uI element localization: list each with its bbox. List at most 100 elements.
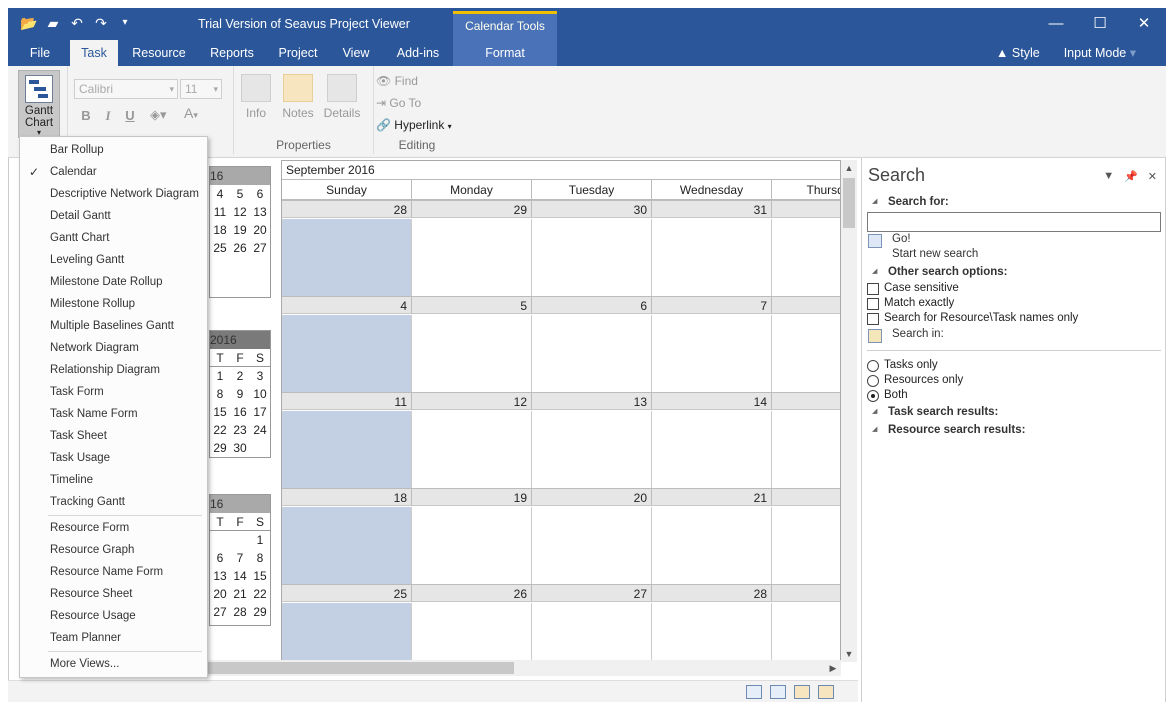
maximize-icon[interactable]: ☐ bbox=[1078, 8, 1122, 40]
calendar-day-cell[interactable] bbox=[652, 507, 772, 584]
resources-only-radio[interactable] bbox=[867, 375, 879, 387]
view-menu-item[interactable]: Resource Sheet bbox=[20, 583, 207, 605]
pin-icon[interactable]: 📌 bbox=[1124, 170, 1138, 183]
bold-button[interactable]: B bbox=[78, 108, 94, 123]
view-menu-item[interactable]: Resource Form bbox=[20, 517, 207, 539]
input-mode-button[interactable]: Input Mode ▾ bbox=[1064, 40, 1136, 66]
start-new-search-link[interactable]: Start new search bbox=[892, 248, 978, 260]
calendar-day-cell[interactable] bbox=[532, 315, 652, 392]
view-menu-item[interactable]: Resource Graph bbox=[20, 539, 207, 561]
calendar-day-cell[interactable] bbox=[772, 603, 840, 661]
tab-project[interactable]: Project bbox=[270, 40, 326, 66]
close-icon[interactable]: ✕ bbox=[1148, 170, 1157, 183]
calendar-day-cell[interactable] bbox=[282, 411, 412, 488]
calendar-day-number[interactable]: 21 bbox=[652, 488, 772, 506]
calendar-day-number[interactable]: 29 bbox=[412, 200, 532, 218]
undo-icon[interactable]: ↶ bbox=[68, 14, 86, 32]
calendar-day-cell[interactable] bbox=[282, 315, 412, 392]
info-button[interactable]: Info bbox=[236, 74, 276, 120]
calendar-day-number[interactable]: 11 bbox=[282, 392, 412, 410]
calendar-day-cell[interactable] bbox=[412, 603, 532, 661]
calendar-day-cell[interactable] bbox=[412, 315, 532, 392]
gantt-chart-button[interactable]: Gantt Chart ▾ bbox=[18, 70, 60, 138]
mini-calendar-2[interactable]: 2016 TFS 123 8 9 10 15 16 17 22 23 24 29 30 bbox=[209, 330, 271, 458]
calendar-day-number[interactable]: 20 bbox=[532, 488, 652, 506]
chevron-down-icon[interactable]: ▼ bbox=[1103, 170, 1114, 183]
search-for-section[interactable]: Search for: bbox=[872, 196, 949, 208]
case-sensitive-checkbox[interactable] bbox=[867, 283, 879, 295]
hyperlink-button[interactable]: 🔗 Hyperlink ▾ bbox=[376, 118, 452, 132]
calendar-day-cell[interactable] bbox=[532, 507, 652, 584]
task-search-results-section[interactable]: Task search results: bbox=[872, 406, 998, 418]
scroll-thumb[interactable] bbox=[208, 662, 514, 674]
search-input[interactable] bbox=[867, 212, 1161, 232]
calendar-day-number[interactable] bbox=[772, 200, 840, 218]
calendar-day-number[interactable]: 26 bbox=[412, 584, 532, 602]
view-menu-item[interactable]: Detail Gantt bbox=[20, 205, 207, 227]
scroll-down-icon[interactable]: ▼ bbox=[841, 646, 857, 662]
gantt-view-icon[interactable] bbox=[746, 685, 762, 699]
goto-button[interactable]: ⇥ Go To bbox=[376, 96, 421, 110]
minimize-icon[interactable]: — bbox=[1034, 8, 1078, 40]
close-icon[interactable]: ✕ bbox=[1122, 8, 1166, 40]
mini-calendar-3[interactable]: 16 TFS 1 678 13 14 15 20 21 22 27 28 29 bbox=[209, 494, 271, 626]
scroll-up-icon[interactable]: ▲ bbox=[841, 160, 857, 176]
calendar-day-number[interactable]: 30 bbox=[532, 200, 652, 218]
view-menu-item[interactable]: Task Name Form bbox=[20, 403, 207, 425]
calendar-view[interactable]: September 2016 Sunday Monday Tuesday Wed… bbox=[281, 160, 841, 662]
calendar-day-cell[interactable] bbox=[532, 219, 652, 296]
scroll-right-icon[interactable]: ▶ bbox=[825, 660, 841, 676]
view-menu-item[interactable]: Multiple Baselines Gantt bbox=[20, 315, 207, 337]
style-button[interactable]: ▲ Style bbox=[996, 40, 1040, 66]
view-menu-item[interactable]: Bar Rollup bbox=[20, 139, 207, 161]
tab-task[interactable]: Task bbox=[70, 40, 118, 66]
calendar-day-number[interactable]: 18 bbox=[282, 488, 412, 506]
calendar-day-cell[interactable] bbox=[412, 507, 532, 584]
calendar-day-cell[interactable] bbox=[282, 507, 412, 584]
other-search-options-section[interactable]: Other search options: bbox=[872, 266, 1007, 278]
team-planner-view-icon[interactable] bbox=[794, 685, 810, 699]
customize-qat-icon[interactable]: ▾ bbox=[116, 14, 134, 32]
calendar-day-number[interactable]: 28 bbox=[282, 200, 412, 218]
go-link[interactable]: Go! bbox=[892, 233, 911, 245]
calendar-day-number[interactable]: 6 bbox=[532, 296, 652, 314]
match-exactly-checkbox[interactable] bbox=[867, 298, 879, 310]
view-menu-item[interactable]: Task Sheet bbox=[20, 425, 207, 447]
calendar-day-cell[interactable] bbox=[282, 603, 412, 661]
tab-format[interactable]: Format bbox=[453, 40, 557, 66]
view-menu-item[interactable]: Relationship Diagram bbox=[20, 359, 207, 381]
view-menu-item[interactable]: Timeline bbox=[20, 469, 207, 491]
calendar-day-cell[interactable] bbox=[772, 219, 840, 296]
calendar-day-number[interactable]: 14 bbox=[652, 392, 772, 410]
view-menu-item[interactable]: Task Usage bbox=[20, 447, 207, 469]
notes-button[interactable]: Notes bbox=[278, 74, 318, 120]
italic-button[interactable]: I bbox=[100, 108, 116, 124]
view-menu-item[interactable]: Resource Usage bbox=[20, 605, 207, 627]
view-menu-item[interactable]: Network Diagram bbox=[20, 337, 207, 359]
calendar-day-cell[interactable] bbox=[532, 411, 652, 488]
view-menu-item[interactable]: Tracking Gantt bbox=[20, 491, 207, 513]
calendar-day-number[interactable]: 28 bbox=[652, 584, 772, 602]
scroll-thumb[interactable] bbox=[843, 178, 855, 228]
tab-reports[interactable]: Reports bbox=[202, 40, 262, 66]
tab-add-ins[interactable]: Add-ins bbox=[388, 40, 448, 66]
calendar-day-cell[interactable] bbox=[652, 603, 772, 661]
mini-calendar-1[interactable]: 16 456 11 12 13 18 19 20 25 26 27 bbox=[209, 166, 271, 298]
calendar-day-number[interactable]: 25 bbox=[282, 584, 412, 602]
calendar-day-cell[interactable] bbox=[652, 411, 772, 488]
font-name-select[interactable]: Calibri ▾ bbox=[74, 79, 178, 99]
view-menu-item[interactable]: ✓ Calendar bbox=[20, 161, 207, 183]
more-views-item[interactable]: More Views... bbox=[20, 653, 207, 675]
details-button[interactable]: Details bbox=[320, 74, 364, 120]
calendar-day-number[interactable]: 4 bbox=[282, 296, 412, 314]
find-button[interactable]: 👁 Find bbox=[376, 74, 418, 88]
save-icon[interactable]: ▰ bbox=[44, 14, 62, 32]
both-radio[interactable] bbox=[867, 390, 879, 402]
calendar-day-number[interactable] bbox=[772, 488, 840, 506]
tab-view[interactable]: View bbox=[334, 40, 378, 66]
view-menu-item[interactable]: Descriptive Network Diagram bbox=[20, 183, 207, 205]
resource-sheet-view-icon[interactable] bbox=[818, 685, 834, 699]
calendar-day-cell[interactable] bbox=[652, 219, 772, 296]
font-color-icon[interactable]: A▾ bbox=[184, 105, 198, 121]
calendar-day-number[interactable] bbox=[772, 584, 840, 602]
